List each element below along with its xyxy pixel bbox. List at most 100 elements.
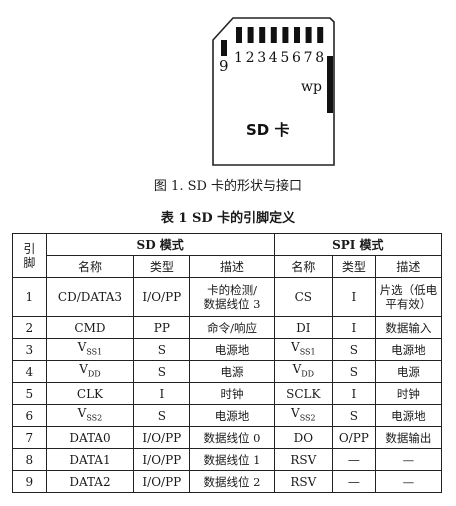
sd-type-cell: I (133, 382, 191, 405)
spi-type-cell: I (332, 382, 376, 405)
spi-name-cell: RSV (273, 448, 334, 471)
table-row: 5 CLK I 时钟 SCLK I 时钟 (12, 382, 443, 405)
spi-mode-header: SPI 模式 (273, 233, 443, 256)
pin-number-cell: 4 (12, 360, 47, 383)
sd-type-cell: PP (133, 316, 191, 339)
pin-contact (282, 27, 289, 43)
spi-name-cell: RSV (273, 470, 334, 493)
pin-number-label: 2 (246, 50, 255, 66)
table-row: 7 DATA0 I/O/PP 数据线位 0 DO O/PP 数据输出 (12, 426, 443, 449)
wp-label: wp (301, 79, 322, 95)
sd-type-header: 类型 (133, 255, 191, 278)
sd-type-cell: I/O/PP (133, 426, 191, 449)
spi-type-header: 类型 (332, 255, 376, 278)
sd-type-cell: I/O/PP (133, 470, 191, 493)
spi-type-cell: I (332, 277, 376, 317)
pin-contact (247, 27, 254, 43)
sd-desc-cell: 数据线位 0 (189, 426, 275, 449)
pin-number-cell: 8 (12, 448, 47, 471)
pin-number-label: 8 (315, 50, 324, 66)
pin-number-cell: 7 (12, 426, 47, 449)
spi-desc-cell: 时钟 (374, 382, 443, 405)
spi-type-cell: O/PP (332, 426, 376, 449)
pin-contact (305, 27, 312, 43)
pin-number-label: 4 (269, 50, 278, 66)
pin-number-cell: 6 (12, 404, 47, 427)
spi-name-cell: VDD (273, 360, 334, 383)
table-row: 6 VSS2 S 电源地 VSS2 S 电源地 (12, 404, 443, 427)
sd-name-header: 名称 (45, 255, 135, 278)
table-caption: 表 1 SD 卡的引脚定义 (160, 211, 296, 226)
pin-contact (270, 27, 277, 43)
pin-number-label: 7 (304, 50, 313, 66)
pin-contact-9 (221, 40, 227, 56)
sd-desc-cell: 卡的检测/数据线位 3 (189, 277, 275, 317)
sd-desc-cell: 电源地 (189, 338, 275, 361)
spi-desc-cell: 片选（低电 平有效） (374, 277, 443, 317)
spi-type-cell: S (332, 360, 376, 383)
sd-name-cell: CMD (45, 316, 135, 339)
table-row: 1 CD/DATA3 I/O/PP 卡的检测/数据线位 3 CS I 片选（低电 平有效） (12, 277, 443, 317)
pin-number-label: 6 (292, 50, 301, 66)
figure-caption: 图 1. SD 卡的形状与接口 (153, 179, 303, 194)
spi-name-cell: DO (273, 426, 334, 449)
spi-name-cell: DI (273, 316, 334, 339)
spi-desc-cell: 电源 (374, 360, 443, 383)
spi-desc-header: 描述 (374, 255, 443, 278)
sd-name-cell: VSS1 (45, 338, 135, 361)
spi-desc-cell: 数据输入 (374, 316, 443, 339)
table-row: 3 VSS1 S 电源地 VSS1 S 电源地 (12, 338, 443, 361)
sd-type-cell: S (133, 338, 191, 361)
pin-number-label: 5 (280, 50, 289, 66)
spi-name-cell: CS (273, 277, 334, 317)
sd-type-cell: I/O/PP (133, 277, 191, 317)
pin-number-cell: 1 (12, 277, 47, 317)
spi-type-cell: — (332, 470, 376, 493)
sd-desc-cell: 数据线位 1 (189, 448, 275, 471)
pin-number-cell: 5 (12, 382, 47, 405)
pin-number-label: 3 (257, 50, 266, 66)
sd-type-cell: S (133, 360, 191, 383)
spi-desc-cell: 数据输出 (374, 426, 443, 449)
pin-contacts-top (236, 27, 324, 43)
sd-card-figure: 9 12345678 wp SD 卡 (212, 17, 335, 166)
spi-name-header: 名称 (273, 255, 334, 278)
card-label: SD 卡 (246, 121, 289, 139)
pin-header: 引 脚 (12, 233, 47, 278)
pin-contact (236, 27, 242, 43)
sd-desc-cell: 时钟 (189, 382, 275, 405)
sd-name-cell: DATA2 (45, 470, 135, 493)
sd-desc-cell: 命令/响应 (189, 316, 275, 339)
spi-name-cell: VSS2 (273, 404, 334, 427)
sd-desc-cell: 数据线位 2 (189, 470, 275, 493)
spi-desc-cell: 电源地 (374, 338, 443, 361)
pin-definition-table: 引 脚 SD 模式 SPI 模式 名称 类型 描述 名称 类型 描述 1 CD/D… (12, 233, 443, 493)
pin-number-cell: 2 (12, 316, 47, 339)
pin-contact (259, 27, 266, 43)
pin-header-line1: 引 (23, 241, 36, 256)
sd-mode-header: SD 模式 (45, 233, 275, 256)
pin-header-line2: 脚 (23, 255, 36, 270)
write-protect-switch (327, 56, 333, 113)
pin-number-label: 1 (234, 50, 243, 66)
pin-contact (317, 27, 324, 43)
sd-desc-cell: 电源地 (189, 404, 275, 427)
spi-type-cell: I (332, 316, 376, 339)
pin-label-9: 9 (219, 57, 229, 75)
sd-name-cell: VDD (45, 360, 135, 383)
sd-type-cell: S (133, 404, 191, 427)
pin-number-cell: 3 (12, 338, 47, 361)
spi-desc-cell: 电源地 (374, 404, 443, 427)
pin-contact (294, 27, 300, 43)
table-row: 9 DATA2 I/O/PP 数据线位 2 RSV — — (12, 470, 443, 493)
sd-type-cell: I/O/PP (133, 448, 191, 471)
spi-type-cell: S (332, 338, 376, 361)
spi-name-cell: SCLK (273, 382, 334, 405)
spi-name-cell: VSS1 (273, 338, 334, 361)
spi-type-cell: — (332, 448, 376, 471)
table-row: 4 VDD S 电源 VDD S 电源 (12, 360, 443, 383)
sd-name-cell: DATA1 (45, 448, 135, 471)
sd-desc-header: 描述 (189, 255, 275, 278)
spi-type-cell: S (332, 404, 376, 427)
sd-desc-cell: 电源 (189, 360, 275, 383)
